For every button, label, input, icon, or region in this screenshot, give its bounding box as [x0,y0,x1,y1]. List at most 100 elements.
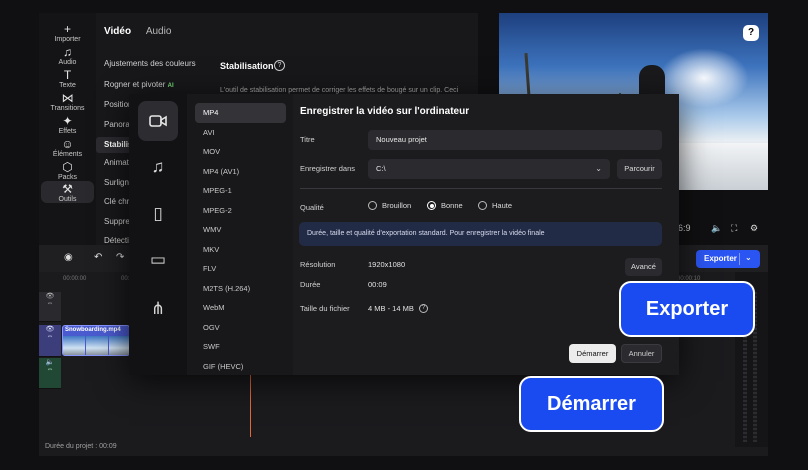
quality-draft-radio[interactable]: Brouillon [368,201,411,210]
clip-thumbnail [86,336,108,355]
audio-format-icon[interactable]: ♫ [138,147,178,187]
plus-icon: + [63,22,71,36]
file-size-label: Taille du fichier [300,304,350,313]
record-icon[interactable]: ◉ [64,252,73,263]
save-location-label: Enregistrer dans [300,164,356,173]
sparkle-icon: ✦ [62,114,73,128]
fullscreen-icon[interactable]: ⛶ [731,223,737,234]
tool-effects[interactable]: ✦ Effets [41,114,94,136]
help-icon[interactable]: ? [419,304,428,313]
resolution-value: 1920x1080 [368,260,406,269]
prop-item[interactable]: Animation [104,158,132,167]
format-item[interactable]: MOV [195,142,286,162]
format-list: MP4 AVI MOV MP4 (AV1) MPEG-1 MPEG-2 WMV MKV FLV M… [187,94,293,375]
quality-high-radio[interactable]: Haute [478,201,512,210]
export-categories: ♫ ▯ ▭ ⋔ [129,94,187,375]
tool-text[interactable]: T Texte [41,69,94,90]
tool-label: Éléments [52,151,83,158]
tool-label: Texte [59,82,76,89]
tools-icon: ⚒ [62,182,73,196]
chevron-down-icon: ⌄ [595,164,602,173]
video-track-header[interactable]: 👁 ⇔ [39,325,61,357]
share-icon[interactable]: ⋔ [138,289,178,329]
computer-video-icon[interactable] [138,101,178,141]
quality-good-radio[interactable]: Bonne [427,201,463,210]
format-item[interactable]: GIF (HEVC) [195,357,286,376]
chevron-down-icon[interactable]: ⌄ [745,253,752,262]
export-button[interactable]: Exporter ⌄ [696,250,760,268]
export-callout: Exporter [619,281,755,337]
quality-label: Qualité [300,203,324,212]
tool-label: Packs [57,174,78,181]
radio-dot [478,201,487,210]
help-icon[interactable]: ? [274,60,285,71]
radio-label: Haute [492,201,513,210]
tool-import[interactable]: + Importer [41,22,94,44]
format-item[interactable]: WebM [195,298,286,318]
cancel-button[interactable]: Annuler [621,344,662,363]
file-size-value: 4 MB - 14 MB [368,304,414,313]
audio-track-header[interactable]: 🔈 ⇔ [39,358,61,389]
prop-item[interactable]: Suppression [104,217,132,226]
duration-value: 00:09 [368,280,387,289]
tool-elements[interactable]: ☺ Éléments [41,137,94,159]
device-phone-icon[interactable]: ▯ [138,194,178,234]
format-item[interactable]: WMV [195,220,286,240]
format-item[interactable]: AVI [195,123,286,143]
clip-thumbnail [109,336,129,355]
prop-item[interactable]: Rogner et pivoter AI [104,80,174,89]
prop-item-label: Rogner et pivoter [104,80,166,89]
radio-label: Bonne [441,201,463,210]
title-input[interactable]: Nouveau projet [368,130,662,150]
tool-packs[interactable]: ⬡ Packs [41,161,94,182]
format-item[interactable]: MPEG-1 [195,181,286,201]
format-item[interactable]: MP4 (AV1) [195,162,286,182]
project-duration: Durée du projet : 00:09 [45,443,117,450]
tool-label: Importer [54,36,81,43]
clip-name: Snowboarding.mp4 [65,327,121,333]
button-separator [739,253,740,265]
start-button[interactable]: Démarrer [569,344,616,363]
prop-item[interactable]: Panoramique [104,120,132,129]
clip-thumbnail [63,336,85,355]
volume-icon[interactable]: 🔈 [711,223,722,234]
preview-help-icon[interactable]: ? [743,25,759,41]
tool-transitions[interactable]: ⋈ Transitions [41,92,94,113]
save-location-value: C:\ [376,164,386,173]
prop-item-selected[interactable]: Stabilisation [96,137,133,153]
start-callout: Démarrer [519,376,664,432]
format-item[interactable]: FLV [195,259,286,279]
format-item[interactable]: M2TS (H.264) [195,279,286,299]
ai-badge: AI [167,83,174,89]
advanced-button[interactable]: Avancé [625,258,662,276]
radio-label: Brouillon [382,201,412,210]
tool-label: Transitions [50,105,85,112]
browse-button[interactable]: Parcourir [617,159,662,179]
smiley-icon: ☺ [61,137,74,151]
settings-icon[interactable]: ⚙ [750,223,758,234]
tab-video[interactable]: Vidéo [104,26,131,37]
tool-label: Audio [58,59,77,66]
tab-audio[interactable]: Audio [146,26,172,37]
format-item[interactable]: MP4 [195,103,286,123]
tool-label: Outils [58,196,77,203]
prop-item[interactable]: Clé chroma [104,197,132,206]
format-item[interactable]: OGV [195,318,286,338]
prop-item[interactable]: Ajustements des couleurs [104,59,196,68]
format-item[interactable]: MPEG-2 [195,201,286,221]
video-clip[interactable]: Snowboarding.mp4 [62,325,130,356]
track-header[interactable]: 👁 ⇔ [39,292,61,322]
redo-icon[interactable]: ↷ [116,252,124,263]
prop-item[interactable]: Position [104,100,132,109]
export-button-label: Exporter [704,254,737,263]
undo-icon[interactable]: ↶ [94,252,102,263]
save-location-select[interactable]: C:\ ⌄ [368,159,610,179]
format-item[interactable]: MKV [195,240,286,260]
prop-item[interactable]: Surlignage [104,178,132,187]
radio-dot [427,201,436,210]
tool-audio[interactable]: ♫ Audio [41,46,94,67]
tv-icon[interactable]: ▭ [138,240,178,280]
tool-tools[interactable]: ⚒ Outils [41,181,94,203]
prop-item[interactable]: Détection [104,236,132,245]
format-item[interactable]: SWF [195,337,286,357]
